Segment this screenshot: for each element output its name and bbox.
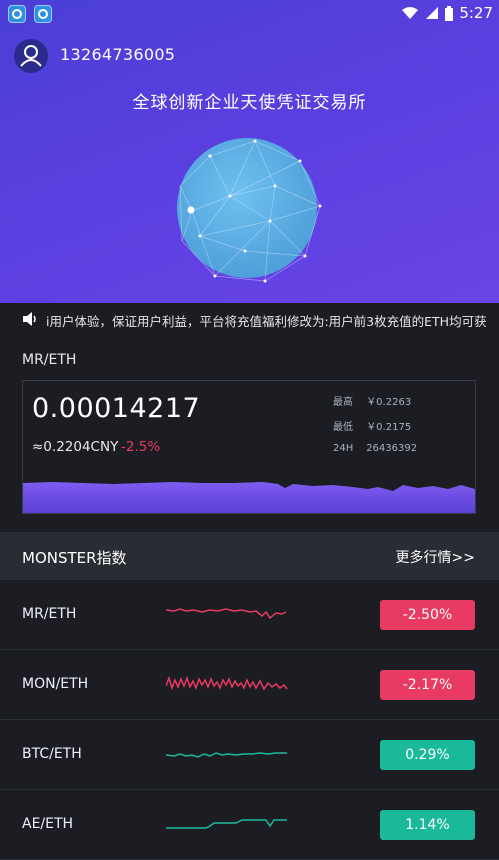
user-icon xyxy=(20,45,42,67)
table-row[interactable]: AE/ETH 1.14% xyxy=(0,790,499,860)
globe-network-icon xyxy=(177,138,322,283)
sparkline xyxy=(166,819,287,829)
app-notification-icon xyxy=(8,5,26,23)
price-area-chart xyxy=(23,482,475,513)
pair-label: AE/ETH xyxy=(22,816,74,832)
pair-label: MON/ETH xyxy=(22,676,89,692)
stat-low: 最低 ￥0.2175 xyxy=(333,418,411,433)
announcement-text: i用户体验，保证用户利益，平台将充值福利修改为:用户前3枚充值的ETH均可获 xyxy=(46,314,487,329)
hero-banner: 5:27 13264736005 全球创新企业天使凭证交易所 xyxy=(0,0,499,303)
table-row[interactable]: MR/ETH -2.50% xyxy=(0,580,499,650)
change-badge[interactable]: 1.14% xyxy=(380,810,475,840)
more-quotes-link[interactable]: 更多行情>> xyxy=(396,547,475,567)
stat-value: 26436392 xyxy=(366,443,418,454)
index-section-header: MONSTER指数 更多行情>> xyxy=(0,532,499,580)
stat-label: 最低 xyxy=(333,422,353,433)
pair-label: BTC/ETH xyxy=(22,746,82,762)
sparkline xyxy=(166,675,288,691)
page-title: 全球创新企业天使凭证交易所 xyxy=(132,93,367,113)
table-row[interactable]: BTC/ETH 0.29% xyxy=(0,720,499,790)
stat-high: 最高 ￥0.2263 xyxy=(333,393,411,408)
market-summary-card[interactable]: 0.00014217 ≈0.2204CNY -2.5% 最高 ￥0.2263 最… xyxy=(22,380,476,514)
change-badge[interactable]: -2.50% xyxy=(380,600,475,630)
battery-icon xyxy=(445,5,454,21)
stat-volume: 24H 26436392 xyxy=(333,443,417,454)
current-price: 0.00014217 xyxy=(32,393,201,424)
app-notification-icon xyxy=(34,5,52,23)
wifi-icon xyxy=(402,7,419,19)
signal-icon xyxy=(426,7,439,19)
avatar[interactable] xyxy=(14,39,48,73)
stat-value: ￥0.2263 xyxy=(366,397,412,408)
announcement-bar[interactable]: i用户体验，保证用户利益，平台将充值福利修改为:用户前3枚充值的ETH均可获 xyxy=(0,303,499,335)
pair-label: MR/ETH xyxy=(22,606,77,622)
stat-label: 最高 xyxy=(333,397,353,408)
price-change: -2.5% xyxy=(121,439,161,455)
stat-label: 24H xyxy=(333,443,354,454)
user-phone: 13264736005 xyxy=(60,45,176,64)
table-row[interactable]: MON/ETH -2.17% xyxy=(0,650,499,720)
sparkline xyxy=(166,752,287,758)
market-pair-label: MR/ETH xyxy=(22,352,77,368)
speaker-icon xyxy=(23,312,36,326)
change-badge[interactable]: -2.17% xyxy=(380,670,475,700)
change-badge[interactable]: 0.29% xyxy=(380,740,475,770)
status-bar: 5:27 xyxy=(0,0,499,28)
status-time: 5:27 xyxy=(459,4,493,22)
price-cny: ≈0.2204CNY xyxy=(32,439,119,455)
stat-value: ￥0.2175 xyxy=(366,422,412,433)
sparkline xyxy=(166,608,287,620)
section-title: MONSTER指数 xyxy=(22,549,127,567)
